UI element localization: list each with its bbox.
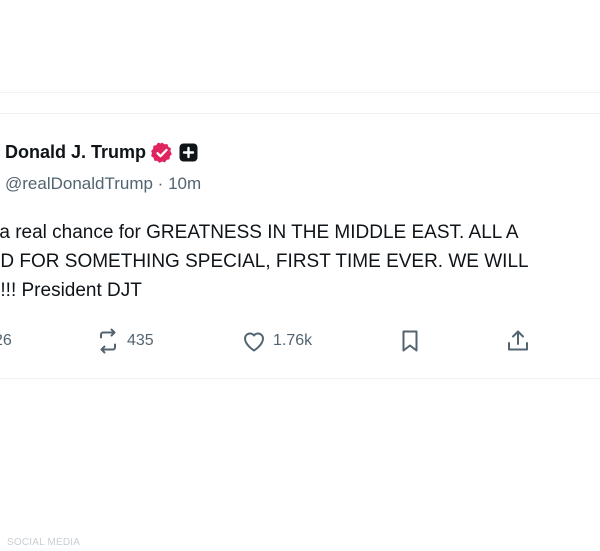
author-name[interactable]: Donald J. Trump [5, 138, 146, 166]
action-bar: 26 435 1.76k [0, 321, 600, 361]
post-text-line: ARD FOR SOMETHING SPECIAL, FIRST TIME EV… [0, 251, 529, 272]
reply-count[interactable]: 26 [0, 332, 12, 350]
post-text-line: ve a real chance for GREATNESS IN THE MI… [0, 222, 519, 243]
verified-badge-icon [151, 142, 172, 163]
bookmark-button[interactable] [397, 327, 423, 355]
repost-icon [100, 328, 116, 354]
handle-and-time[interactable]: @realDonaldTrump · 10m [5, 171, 201, 197]
top-divider [0, 92, 600, 93]
post-text: ve a real chance for GREATNESS IN THE MI… [0, 218, 600, 305]
page: Donald J. Trump @realDonaldTrump · 10m v… [0, 0, 600, 551]
heart-icon [244, 332, 264, 352]
repost-button[interactable]: 435 [95, 327, 154, 355]
share-icon [508, 330, 528, 351]
share-button[interactable] [505, 327, 531, 355]
plus-square-icon [179, 143, 198, 162]
watermark: SOCIAL MEDIA [7, 537, 81, 548]
bookmark-icon [402, 330, 418, 352]
like-button[interactable]: 1.76k [241, 327, 312, 355]
like-count: 1.76k [273, 332, 313, 349]
repost-count: 435 [127, 332, 154, 349]
post-text-line: NE!!! President DJT [0, 280, 142, 301]
post-card[interactable]: Donald J. Trump @realDonaldTrump · 10m v… [0, 113, 600, 379]
